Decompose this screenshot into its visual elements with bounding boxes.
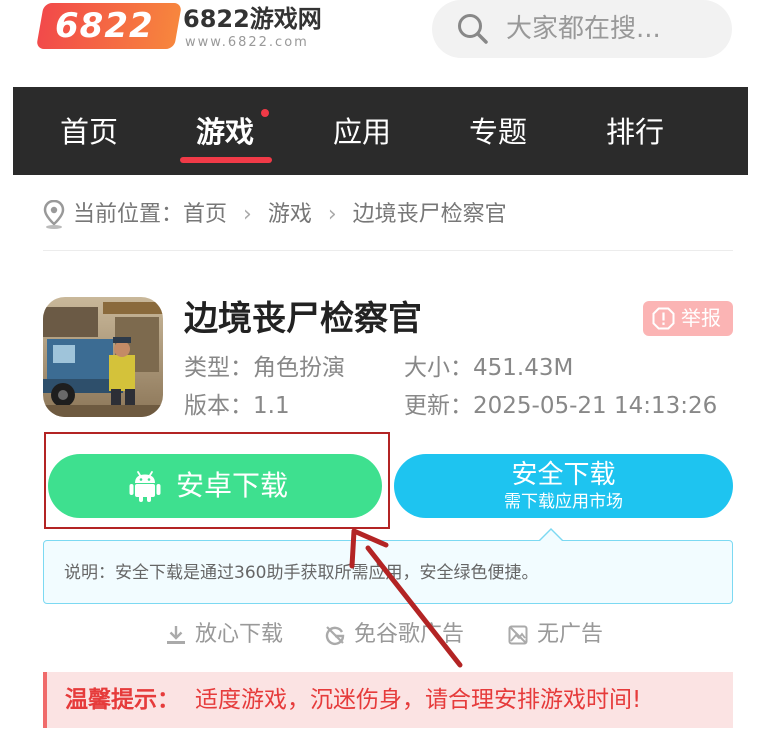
warm-tip-text: 适度游戏，沉迷伤身，请合理安排游戏时间!	[195, 687, 642, 713]
feature-label: 放心下载	[195, 622, 284, 647]
breadcrumb-games[interactable]: 游戏	[268, 196, 312, 234]
logo-badge-text[interactable]: 6822	[55, 5, 167, 47]
nav-new-dot	[261, 109, 269, 117]
app-size-value: 451.43M	[473, 355, 574, 381]
warm-tip-label: 温馨提示：	[65, 687, 180, 713]
app-size-label: 大小：	[404, 355, 473, 381]
main-nav: 首页 游戏 应用 专题 排行	[13, 87, 748, 175]
note-pointer-fill	[540, 530, 562, 541]
chevron-right-icon: ›	[243, 202, 252, 227]
feature-label: 免谷歌广告	[354, 622, 465, 647]
site-title[interactable]: 6822游戏网	[183, 4, 322, 34]
app-updated-label: 更新：	[404, 393, 473, 419]
app-type-value: 角色扮演	[253, 355, 345, 381]
nav-item-rankings[interactable]: 排行	[606, 87, 664, 175]
app-title: 边境丧尸检察官	[184, 299, 422, 339]
nav-item-apps[interactable]: 应用	[333, 87, 391, 175]
divider	[43, 250, 733, 251]
report-label: 举报	[681, 306, 721, 330]
breadcrumb-home[interactable]: 首页	[183, 196, 227, 234]
download-note: 说明：安全下载是通过360助手获取所需应用，安全绿色便捷。	[43, 540, 733, 604]
app-version-value: 1.1	[253, 393, 290, 419]
app-updated: 更新：2025-05-21 14:13:26	[404, 389, 717, 423]
search-icon[interactable]	[456, 12, 490, 46]
warm-tip: 温馨提示： 适度游戏，沉迷伤身，请合理安排游戏时间!	[43, 672, 733, 728]
nav-item-topics[interactable]: 专题	[469, 87, 527, 175]
search-input[interactable]: 大家都在搜...	[432, 0, 732, 58]
no-ads-icon	[508, 625, 528, 645]
app-size: 大小：451.43M	[404, 351, 573, 385]
nav-active-underline	[180, 157, 272, 163]
safe-download-title: 安全下载	[511, 460, 616, 490]
nav-item-home[interactable]: 首页	[60, 87, 118, 175]
app-type: 类型：角色扮演	[184, 351, 345, 385]
search-placeholder: 大家都在搜...	[506, 14, 661, 44]
download-note-text: 说明：安全下载是通过360助手获取所需应用，安全绿色便捷。	[64, 563, 539, 583]
report-button[interactable]: 举报	[643, 301, 733, 336]
app-icon[interactable]	[43, 297, 163, 417]
no-google-icon	[325, 626, 345, 646]
breadcrumb: 当前位置：首页 › 游戏 › 边境丧尸检察官	[43, 196, 507, 234]
app-type-label: 类型：	[184, 355, 253, 381]
chevron-right-icon: ›	[327, 202, 337, 227]
breadcrumb-current[interactable]: 边境丧尸检察官	[353, 196, 507, 234]
annotation-highlight-box	[44, 432, 390, 529]
location-pin-icon	[43, 200, 65, 229]
breadcrumb-prefix: 当前位置：	[73, 202, 184, 227]
safe-download-button[interactable]: 安全下载 需下载应用市场	[394, 454, 733, 518]
safe-download-subtitle: 需下载应用市场	[504, 492, 623, 512]
app-updated-value: 2025-05-21 14:13:26	[473, 393, 718, 419]
warning-icon	[652, 307, 675, 330]
download-icon	[167, 626, 185, 644]
site-url: www.6822.com	[185, 35, 309, 50]
app-version-label: 版本：	[184, 393, 253, 419]
app-version: 版本：1.1	[184, 389, 290, 423]
feature-label: 无广告	[537, 622, 604, 647]
